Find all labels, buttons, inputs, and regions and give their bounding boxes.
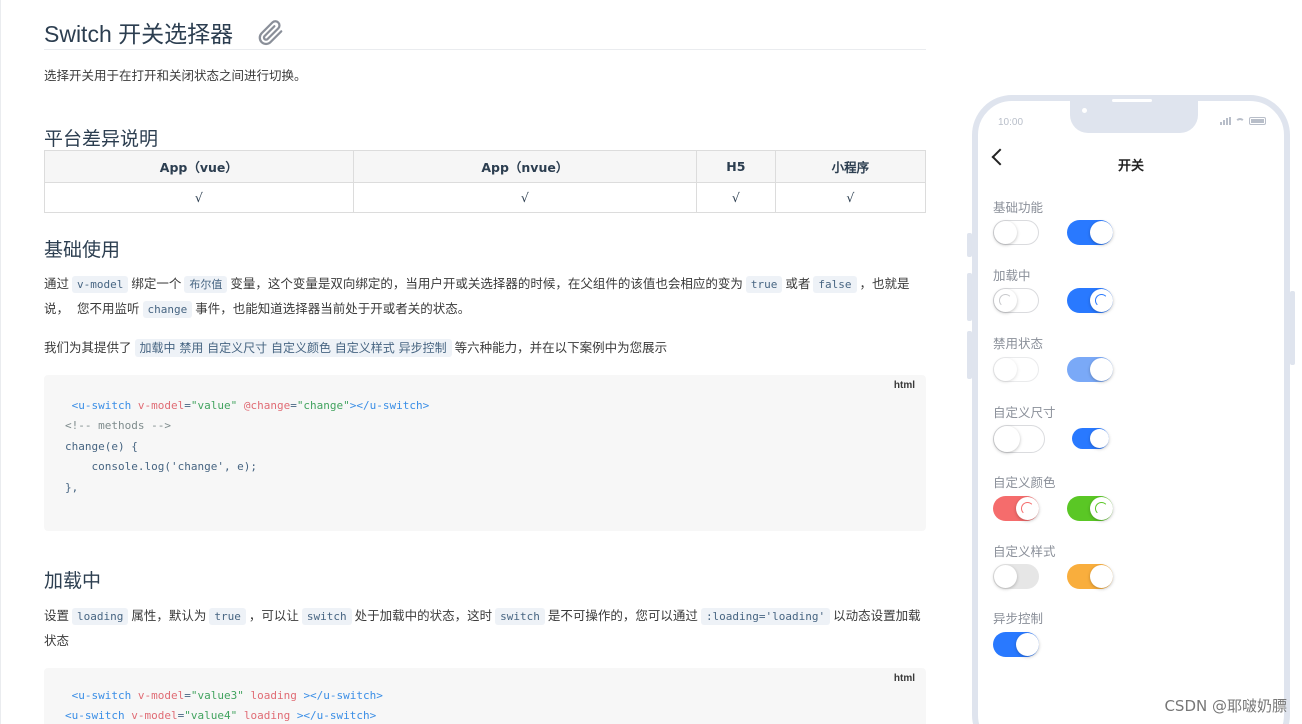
section-label-disabled: 禁用状态 — [993, 336, 1044, 351]
text-span: 设置 — [44, 608, 70, 623]
section-label-basic: 基础功能 — [993, 200, 1044, 215]
doc-content: Switch 开关选择器 选择开关用于在打开和关闭状态之间进行切换。 平台差异说… — [0, 0, 940, 724]
code-line: <u-switch v-model="value" @change="chang… — [65, 399, 430, 412]
text-span: 等六种能力，并在以下案例中为您展示 — [454, 340, 668, 355]
text-span: 是不可操作的，您可以通过 — [547, 608, 698, 623]
switch-async-on[interactable] — [993, 632, 1039, 657]
code-block-basic: html <u-switch v-model="value" @change="… — [44, 375, 926, 531]
table-header: App（vue） — [44, 150, 354, 183]
platform-heading: 平台差异说明 — [44, 128, 159, 150]
section-label-color: 自定义颜色 — [993, 475, 1056, 490]
intro-text: 选择开关用于在打开和关闭状态之间进行切换。 — [44, 68, 307, 83]
inline-code: 加载中 禁用 自定义尺寸 自定义颜色 自定义样式 异步控制 — [134, 339, 452, 357]
switch-style-on[interactable] — [1067, 564, 1113, 589]
text-span: 说， — [44, 301, 70, 316]
loading-heading: 加载中 — [44, 570, 102, 592]
basic-heading: 基础使用 — [44, 239, 121, 261]
text-span: 绑定一个 — [131, 276, 182, 291]
switch-color-red[interactable] — [993, 496, 1039, 521]
table-header: H5 — [696, 150, 776, 183]
code-lang-label: html — [893, 380, 915, 391]
table-header-row: App（vue） App（nvue） H5 小程序 — [44, 150, 927, 183]
wifi-icon — [1235, 117, 1245, 125]
switch-loading-on — [1067, 288, 1113, 313]
battery-icon — [1249, 117, 1266, 125]
switch-loading-off — [993, 288, 1039, 313]
code-lang-label: html — [893, 673, 915, 684]
code-line: console.log('change', e); — [65, 460, 258, 474]
code-line: <u-switch v-model="value4" loading ></u-… — [65, 709, 377, 723]
paperclip-icon[interactable] — [255, 17, 285, 47]
basic-paragraph-1: 通过 v-model 绑定一个 布尔值 变量，这个变量是双向绑定的，当用户开或关选择器的… — [44, 271, 926, 297]
phone-side-button — [967, 273, 972, 321]
nav-title: 开关 — [1117, 158, 1144, 173]
switch-disabled-on — [1067, 357, 1113, 382]
text-span: 或者 — [785, 276, 811, 291]
page-title-row: Switch 开关选择器 — [44, 14, 926, 50]
switch-basic-off[interactable] — [993, 220, 1039, 245]
switch-color-green[interactable] — [1067, 496, 1113, 521]
table-cell: √ — [44, 182, 354, 213]
inline-code: true — [745, 276, 783, 293]
inline-code: change — [142, 301, 193, 318]
phone-side-button — [967, 331, 972, 379]
section-label-async: 异步控制 — [993, 611, 1044, 626]
code-line: }, — [65, 480, 79, 494]
status-time: 10:00 — [998, 117, 1024, 128]
text-span: 您不用监听 — [77, 301, 140, 316]
table-row: √ √ √ √ — [44, 182, 927, 213]
switch-basic-on[interactable] — [1067, 220, 1113, 245]
text-span: 通过 — [44, 276, 70, 291]
switch-style-off[interactable] — [993, 564, 1039, 589]
code-lines: <u-switch v-model="value3" loading ></u-… — [65, 686, 383, 724]
text-span: ，也就是 — [859, 276, 910, 291]
table-header: 小程序 — [774, 150, 927, 183]
loading-paragraph-b: 状态 — [44, 633, 70, 648]
code-line: <u-switch v-model="value3" loading ></u-… — [65, 689, 383, 702]
page-title: Switch 开关选择器 — [44, 20, 234, 47]
section-label-loading: 加载中 — [993, 268, 1031, 283]
switch-size-large[interactable] — [993, 425, 1045, 453]
text-span: 处于加载中的状态，这时 — [354, 608, 493, 623]
watermark: CSDN @耶啵奶膘 — [1164, 697, 1287, 715]
text-span: 属性，默认为 — [131, 608, 207, 623]
inline-code: v-model — [72, 276, 129, 293]
text-span: 以动态设置加载 — [833, 608, 921, 623]
text-span: 变量，这个变量是双向绑定的，当用户开或关选择器的时候，在父组件的该值也会相应的变… — [230, 276, 743, 291]
code-lines: <u-switch v-model="value" @change="chang… — [65, 396, 429, 498]
phone-side-button — [967, 233, 972, 257]
loading-paragraph: 设置 loading 属性，默认为 true ，可以让 switch 处于加载中的状态，这时… — [44, 603, 926, 629]
inline-code: true — [209, 608, 246, 625]
inline-code: :loading='loading' — [700, 608, 831, 625]
phone-side-button — [1290, 291, 1295, 365]
phone-preview: 10:00 开关 基础功能 加载中 禁用状态 自定义尺寸 自定义颜色 自定义样式… — [967, 95, 1295, 724]
status-icons — [1220, 117, 1266, 125]
switch-size-small[interactable] — [1072, 428, 1109, 449]
table-header: App（nvue） — [352, 150, 698, 183]
inline-code: 布尔值 — [184, 276, 228, 293]
signal-icon — [1220, 117, 1231, 125]
code-line: change(e) { — [65, 439, 138, 453]
basic-paragraph-2: 我们为其提供了 加载中 禁用 自定义尺寸 自定义颜色 自定义样式 异步控制 等六种能… — [44, 335, 667, 361]
basic-paragraph-1b: 说， 您不用监听 change 事件，也能知道选择器当前处于开或者关的状态。 — [44, 296, 470, 322]
inline-code: switch — [495, 608, 545, 625]
code-block-loading: html <u-switch v-model="value3" loading … — [44, 668, 926, 724]
phone-notch — [1070, 95, 1198, 133]
table-cell: √ — [352, 182, 698, 213]
platform-table: App（vue） App（nvue） H5 小程序 √ √ √ √ — [44, 150, 927, 213]
table-cell: √ — [696, 182, 776, 213]
code-line: <!-- methods --> — [65, 419, 171, 433]
inline-code: switch — [301, 608, 352, 625]
table-cell: √ — [774, 182, 927, 213]
inline-code: loading — [72, 608, 129, 625]
switch-disabled-off — [993, 357, 1039, 382]
section-label-size: 自定义尺寸 — [993, 405, 1056, 420]
inline-code: false — [813, 276, 857, 293]
text-span: 事件，也能知道选择器当前处于开或者关的状态。 — [195, 301, 471, 316]
text-span: ，可以让 — [248, 608, 299, 623]
text-span: 我们为其提供了 — [44, 340, 132, 355]
section-label-style: 自定义样式 — [993, 544, 1056, 559]
